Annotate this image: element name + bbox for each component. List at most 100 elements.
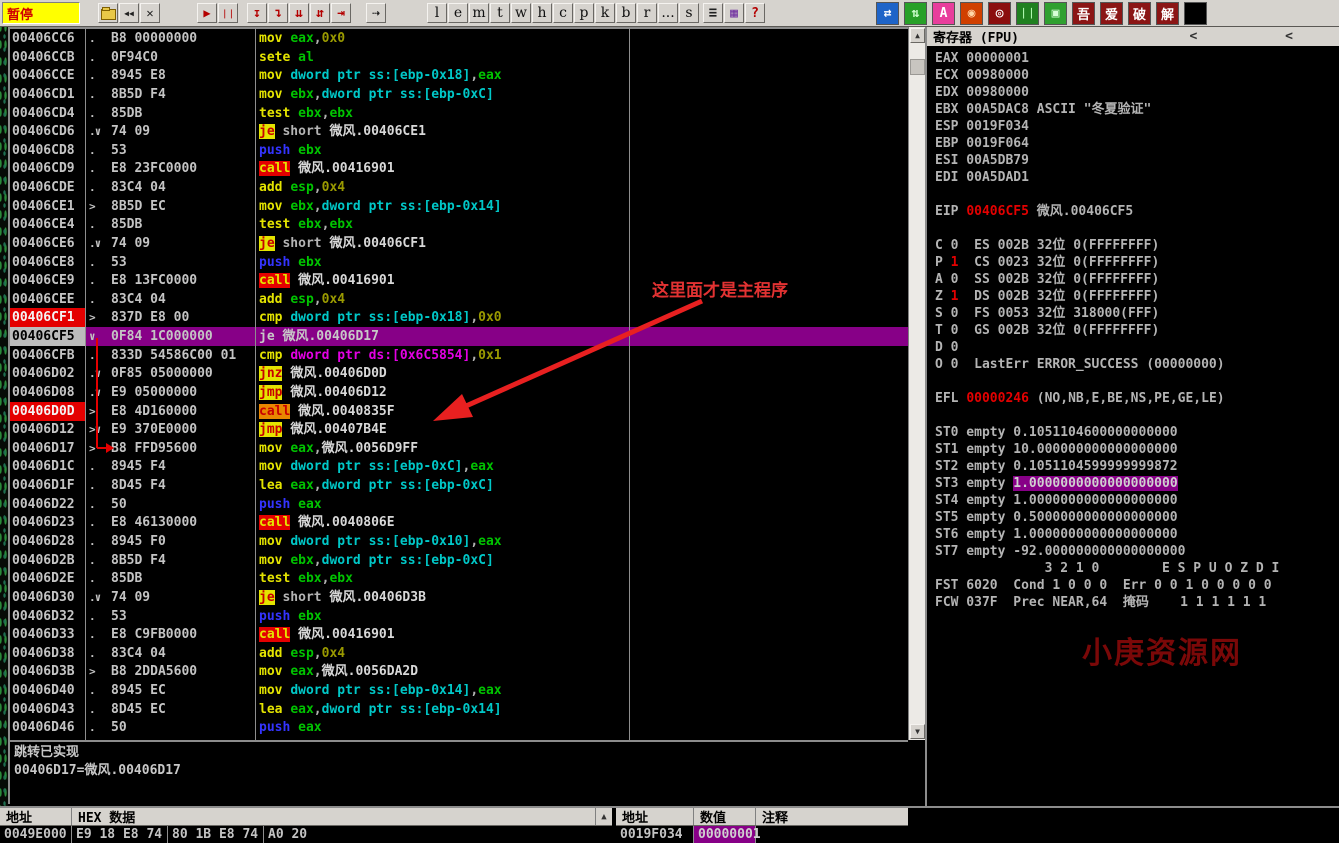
plugin-po-icon[interactable]: 破: [1128, 2, 1151, 25]
letter-button-r[interactable]: r: [637, 3, 657, 23]
pause-icon[interactable]: ❘❘: [218, 3, 238, 23]
disasm-row[interactable]: 00406CFB.833D 54586C00 01cmp dword ptr d…: [10, 346, 908, 365]
register-line[interactable]: T 0 GS 002B 32位 0(FFFFFFFF): [935, 322, 1159, 339]
letter-button-m[interactable]: m: [469, 3, 489, 23]
letter-button-w[interactable]: w: [511, 3, 531, 23]
register-line[interactable]: ST2 empty 0.1051104599999999872: [935, 458, 1178, 475]
register-line[interactable]: ST4 empty 1.0000000000000000000: [935, 492, 1178, 509]
register-line[interactable]: EAX 00000001: [935, 50, 1029, 67]
restart-icon[interactable]: ◀◀: [119, 3, 139, 23]
disasm-row[interactable]: 00406D22.50push eax: [10, 495, 908, 514]
column-separator[interactable]: [85, 29, 86, 740]
disasm-row[interactable]: 00406D3B>B8 2DDA5600mov eax,微风.0056DA2D: [10, 662, 908, 681]
disasm-row[interactable]: 00406D12>∨E9 370E0000jmp 微风.00407B4E: [10, 420, 908, 439]
register-line[interactable]: EFL 00000246 (NO,NB,E,BE,NS,PE,GE,LE): [935, 390, 1225, 407]
letter-button-b[interactable]: b: [616, 3, 636, 23]
register-line[interactable]: 3 2 1 0 E S P U O Z D I: [935, 560, 1279, 577]
animate-over-icon[interactable]: ⇵: [310, 3, 330, 23]
register-line[interactable]: ST6 empty 1.0000000000000000000: [935, 526, 1178, 543]
disasm-row[interactable]: 00406D43.8D45 EClea eax,dword ptr ss:[eb…: [10, 700, 908, 719]
execute-till-user-icon[interactable]: ⇢: [366, 3, 386, 23]
disasm-row[interactable]: 00406CF5∨0F84 1C000000je 微风.00406D17: [10, 327, 908, 346]
letter-button-e[interactable]: e: [448, 3, 468, 23]
help-icon[interactable]: ?: [745, 3, 765, 23]
register-line[interactable]: ST1 empty 10.000000000000000000: [935, 441, 1178, 458]
plugin-columns-icon[interactable]: ❘❘: [1016, 2, 1039, 25]
disasm-row[interactable]: 00406D2B.8B5D F4mov ebx,dword ptr ss:[eb…: [10, 551, 908, 570]
windows-icon[interactable]: ▦: [724, 3, 744, 23]
letter-button-s[interactable]: s: [679, 3, 699, 23]
disasm-row[interactable]: 00406D17>B8 FFD95600mov eax,微风.0056D9FF: [10, 439, 908, 458]
register-line[interactable]: ECX 00980000: [935, 67, 1029, 84]
register-line[interactable]: O 0 LastErr ERROR_SUCCESS (00000000): [935, 356, 1225, 373]
step-into-icon[interactable]: ↧: [247, 3, 267, 23]
register-line[interactable]: ST0 empty 0.1051104600000000000: [935, 424, 1178, 441]
disasm-row[interactable]: 00406CD9.E8 23FC0000call 微风.00416901: [10, 159, 908, 178]
animate-into-icon[interactable]: ⇊: [289, 3, 309, 23]
scroll-up-icon[interactable]: ▲: [910, 28, 925, 43]
execute-till-return-icon[interactable]: ⇥: [331, 3, 351, 23]
register-line[interactable]: D 0: [935, 339, 958, 356]
register-line[interactable]: ST7 empty -92.000000000000000000: [935, 543, 1185, 560]
step-over-icon[interactable]: ↴: [268, 3, 288, 23]
column-separator[interactable]: [629, 29, 630, 740]
disassembly-pane[interactable]: 00406CC6.B8 00000000mov eax,0x000406CCB.…: [8, 27, 908, 740]
disasm-row[interactable]: 00406D23.E8 46130000call 微风.0040806E: [10, 513, 908, 532]
plugin-swap-icon[interactable]: ⇄: [876, 2, 899, 25]
register-line[interactable]: ST3 empty 1.0000000000000000000: [935, 475, 1178, 492]
close-icon[interactable]: ✕: [140, 3, 160, 23]
plugin-target-icon[interactable]: ◉: [960, 2, 983, 25]
register-line[interactable]: ESI 00A5DB79: [935, 152, 1029, 169]
register-line[interactable]: ESP 0019F034: [935, 118, 1029, 135]
letter-button-t[interactable]: t: [490, 3, 510, 23]
register-line[interactable]: FCW 037F Prec NEAR,64 掩码 1 1 1 1 1 1: [935, 594, 1266, 611]
collapse-icons[interactable]: < <: [1190, 29, 1333, 44]
disasm-row[interactable]: 00406D1F.8D45 F4lea eax,dword ptr ss:[eb…: [10, 476, 908, 495]
disasm-row[interactable]: 00406CD4.85DBtest ebx,ebx: [10, 104, 908, 123]
letter-button-k[interactable]: k: [595, 3, 615, 23]
stack-comment-header[interactable]: 注释: [756, 808, 908, 825]
register-line[interactable]: ST5 empty 0.5000000000000000000: [935, 509, 1178, 526]
register-line[interactable]: EBP 0019F064: [935, 135, 1029, 152]
register-line[interactable]: A 0 SS 002B 32位 0(FFFFFFFF): [935, 271, 1159, 288]
info-pane[interactable]: 跳转已实现 00406D17=微风.00406D17: [8, 740, 908, 804]
run-icon[interactable]: ▶: [197, 3, 217, 23]
column-separator[interactable]: [255, 29, 256, 740]
disasm-row[interactable]: 00406CCE.8945 E8mov dword ptr ss:[ebp-0x…: [10, 66, 908, 85]
disasm-row[interactable]: 00406D08.∨E9 05000000jmp 微风.00406D12: [10, 383, 908, 402]
letter-button-c[interactable]: c: [553, 3, 573, 23]
disasm-row[interactable]: 00406CDE.83C4 04add esp,0x4: [10, 178, 908, 197]
disasm-row[interactable]: 00406CE6.∨74 09je short 微风.00406CF1: [10, 234, 908, 253]
disasm-row[interactable]: 00406D38.83C4 04add esp,0x4: [10, 644, 908, 663]
plugin-rings-icon[interactable]: ◎: [988, 2, 1011, 25]
dump-hex-header[interactable]: HEX 数据: [72, 808, 135, 825]
scroll-down-icon[interactable]: ▼: [910, 724, 925, 739]
disasm-row[interactable]: 00406D0D>E8 4D160000call 微风.0040835F: [10, 402, 908, 421]
disasm-row[interactable]: 00406D33.E8 C9FB0000call 微风.00416901: [10, 625, 908, 644]
register-line[interactable]: FST 6020 Cond 1 0 0 0 Err 0 0 1 0 0 0 0 …: [935, 577, 1272, 594]
disasm-row[interactable]: 00406CD1.8B5D F4mov ebx,dword ptr ss:[eb…: [10, 85, 908, 104]
disasm-row[interactable]: 00406CE8.53push ebx: [10, 253, 908, 272]
plugin-black-icon[interactable]: [1184, 2, 1207, 25]
plugin-arrows-icon[interactable]: ⇅: [904, 2, 927, 25]
register-line[interactable]: Z 1 DS 002B 32位 0(FFFFFFFF): [935, 288, 1159, 305]
stack-row[interactable]: 0019F034 00000001: [616, 826, 908, 843]
disasm-row[interactable]: 00406D1C.8945 F4mov dword ptr ss:[ebp-0x…: [10, 457, 908, 476]
disasm-row[interactable]: 00406D32.53push ebx: [10, 607, 908, 626]
plugin-jie-icon[interactable]: 解: [1156, 2, 1179, 25]
open-file-icon[interactable]: [98, 3, 118, 23]
disasm-row[interactable]: 00406D30.∨74 09je short 微风.00406D3B: [10, 588, 908, 607]
register-line[interactable]: C 0 ES 002B 32位 0(FFFFFFFF): [935, 237, 1159, 254]
registers-pane[interactable]: 寄存器 (FPU) < < EAX 00000001ECX 00980000ED…: [925, 27, 1339, 806]
disasm-row[interactable]: 00406D46.50push eax: [10, 718, 908, 737]
register-line[interactable]: S 0 FS 0053 32位 318000(FFF): [935, 305, 1159, 322]
dump-scroll-up-icon[interactable]: ▲: [595, 808, 612, 825]
register-line[interactable]: P 1 CS 0023 32位 0(FFFFFFFF): [935, 254, 1159, 271]
log-window-icon[interactable]: ≡: [703, 3, 723, 23]
stack-address-header[interactable]: 地址: [616, 808, 694, 825]
disasm-row[interactable]: 00406CCB.0F94C0sete al: [10, 48, 908, 67]
plugin-window-icon[interactable]: ▣: [1044, 2, 1067, 25]
register-line[interactable]: EIP 00406CF5 微风.00406CF5: [935, 203, 1133, 220]
register-line[interactable]: EDI 00A5DAD1: [935, 169, 1029, 186]
letter-button-l[interactable]: l: [427, 3, 447, 23]
